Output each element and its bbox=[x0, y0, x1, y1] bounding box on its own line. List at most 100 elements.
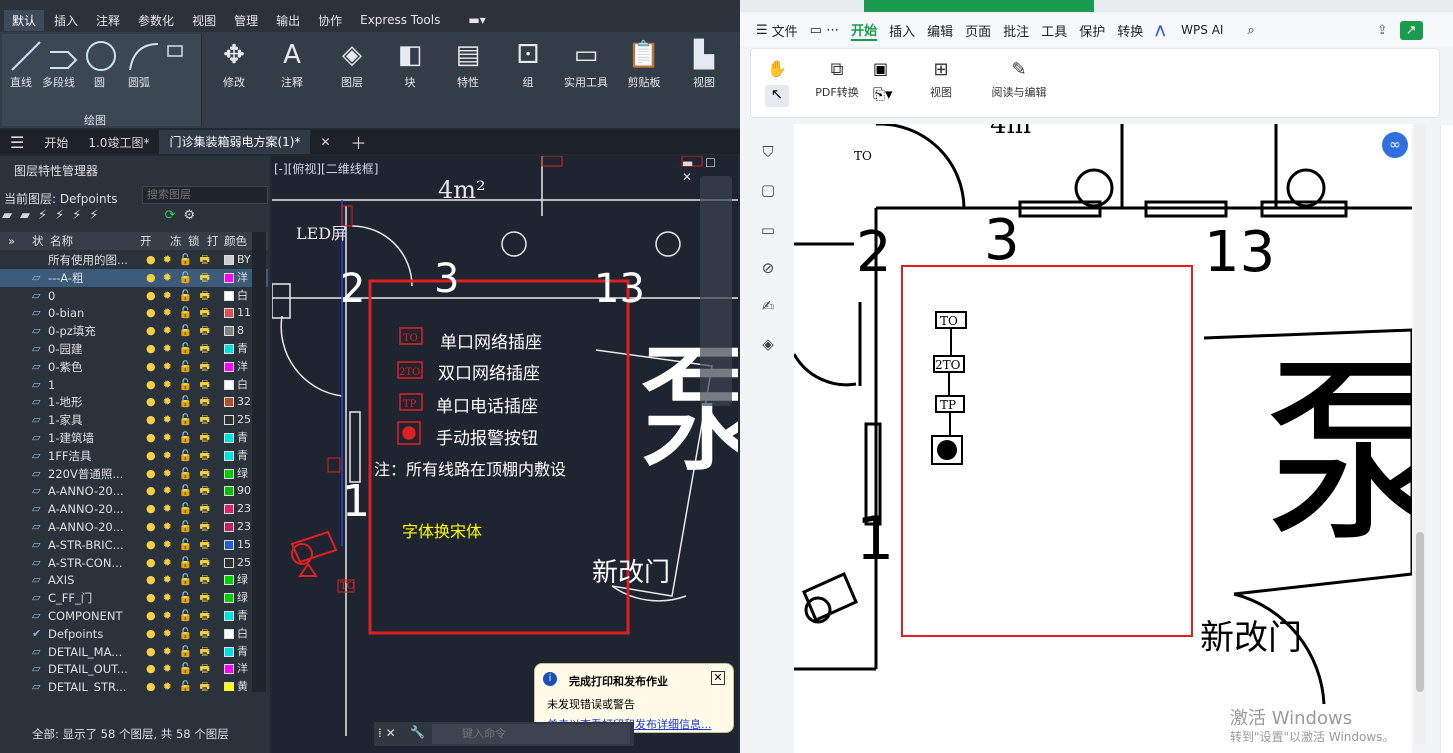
bookmark-icon[interactable]: ⛉ bbox=[758, 143, 778, 163]
menu-tools[interactable]: 工具 bbox=[1041, 21, 1067, 40]
layer-name[interactable]: 0-pz填充 bbox=[48, 322, 134, 340]
layer-state-icons[interactable]: ●✹🔓🖶 bbox=[146, 251, 217, 269]
layer-row[interactable]: ▱ 0-pz填充 ●✹🔓🖶 8 bbox=[0, 322, 268, 340]
layer-row[interactable]: ▱ C_FF_门 ●✹🔓🖶 绿 bbox=[0, 589, 268, 607]
draw-group-label[interactable]: 绘图 bbox=[84, 112, 106, 128]
layer-status-icon[interactable]: ▱ bbox=[32, 678, 40, 691]
header-freeze[interactable]: 冻 bbox=[170, 232, 182, 250]
layer-name[interactable]: A-STR-CON... bbox=[48, 554, 134, 572]
layer-status-icon[interactable]: ▱ bbox=[32, 643, 40, 661]
view-tool-button[interactable]: ⊞ 视图 bbox=[919, 59, 963, 100]
ribbon-options-icon[interactable]: ▬▾ bbox=[460, 11, 493, 29]
header-lock[interactable]: 锁 bbox=[188, 232, 200, 250]
layer-color-swatch[interactable] bbox=[224, 682, 234, 691]
layer-search-input[interactable] bbox=[142, 186, 268, 204]
menu-comment[interactable]: 批注 bbox=[1003, 21, 1029, 40]
layer-state-icons[interactable]: ●✹🔓🖶 bbox=[146, 447, 217, 465]
layer-name[interactable]: A-ANNO-20... bbox=[48, 500, 134, 518]
layer-row[interactable]: ▱ 0-园建 ●✹🔓🖶 青 bbox=[0, 340, 268, 358]
layer-color-swatch[interactable] bbox=[224, 308, 234, 319]
ribbon-tab-express[interactable]: Express Tools bbox=[352, 11, 448, 29]
header-name[interactable]: 名称 bbox=[50, 232, 73, 250]
doc-tab-start[interactable]: 开始 bbox=[34, 134, 78, 151]
layer-name[interactable]: 1FF洁具 bbox=[48, 447, 134, 465]
layer-state-icons[interactable]: ●✹🔓🖶 bbox=[146, 536, 217, 554]
layer-name[interactable]: 0-bian bbox=[48, 304, 134, 322]
layer-name[interactable]: A-ANNO-20... bbox=[48, 518, 134, 536]
layer-row[interactable]: ▱ 1 ●✹🔓🖶 白 bbox=[0, 376, 268, 394]
modify-button[interactable]: ✥ 修改 bbox=[209, 34, 259, 90]
ribbon-tab-manage[interactable]: 管理 bbox=[226, 10, 266, 31]
layer-row[interactable]: ▱ DETAIL_OUT... ●✹🔓🖶 洋 bbox=[0, 660, 268, 678]
layer-color-swatch[interactable] bbox=[224, 326, 234, 337]
select-tool-icon[interactable]: ↖ bbox=[765, 85, 789, 107]
close-tab-icon[interactable]: ✕ bbox=[310, 135, 340, 149]
layer-name[interactable]: DETAIL_MA... bbox=[48, 643, 134, 661]
group-button[interactable]: ⚀ 组 bbox=[503, 34, 553, 90]
properties-button[interactable]: ▤ 特性 bbox=[443, 34, 493, 90]
menu-start[interactable]: 开始 bbox=[851, 20, 878, 41]
menu-protect[interactable]: 保护 bbox=[1079, 21, 1105, 40]
layer-status-icon[interactable]: ▱ bbox=[32, 340, 40, 358]
header-on[interactable]: 开 bbox=[140, 232, 152, 250]
search-icon[interactable]: ⌕ bbox=[1247, 23, 1254, 38]
tool-line[interactable]: 直线 bbox=[10, 74, 32, 90]
layer-state-icons[interactable]: ●✹🔓🖶 bbox=[146, 358, 217, 376]
layer-status-icon[interactable]: ▱ bbox=[32, 269, 40, 287]
ribbon-tab-output[interactable]: 输出 bbox=[268, 10, 308, 31]
clipboard-button[interactable]: 📋 剪贴板 bbox=[619, 34, 669, 90]
layer-name[interactable]: A-ANNO-20... bbox=[48, 482, 134, 500]
layer-name[interactable]: 所有使用的图... bbox=[48, 251, 134, 269]
layer-row[interactable]: ▱ A-ANNO-20... ●✹🔓🖶 90 bbox=[0, 482, 268, 500]
menu-file[interactable]: 文件 bbox=[772, 21, 798, 40]
layer-row[interactable]: ▱ 1-地形 ●✹🔓🖶 32 bbox=[0, 393, 268, 411]
wps-ai-button[interactable]: ⋀ WPS AI bbox=[1155, 23, 1235, 37]
layer-row[interactable]: ▱ A-ANNO-20... ●✹🔓🖶 23 bbox=[0, 500, 268, 518]
menu-insert[interactable]: 插入 bbox=[889, 21, 915, 40]
layer-row[interactable]: ▱ 1-家具 ●✹🔓🖶 25 bbox=[0, 411, 268, 429]
layer-row[interactable]: ▱ ---A-粗 ●✹🔓🖶 洋 bbox=[0, 268, 268, 287]
command-input[interactable] bbox=[432, 724, 630, 744]
layer-color-swatch[interactable] bbox=[224, 397, 234, 408]
ribbon-tab-insert[interactable]: 插入 bbox=[46, 10, 86, 31]
layer-state-icons[interactable]: ●✹🔓🖶 bbox=[146, 518, 217, 536]
layer-name[interactable]: 0-园建 bbox=[48, 340, 134, 358]
layer-color-swatch[interactable] bbox=[224, 379, 234, 390]
copy-tool-icon[interactable]: ⎘▾ bbox=[873, 85, 893, 103]
layer-status-icon[interactable]: ▱ bbox=[32, 358, 40, 376]
hamburger-icon[interactable]: ☰ bbox=[756, 23, 768, 38]
layer-row[interactable]: ▱ 220V普通照... ●✹🔓🖶 绿 bbox=[0, 465, 268, 483]
layer-color-swatch[interactable] bbox=[224, 361, 234, 372]
layer-status-icon[interactable]: ▱ bbox=[32, 571, 40, 589]
layer-color-swatch[interactable] bbox=[224, 557, 234, 568]
layer-status-icon[interactable]: ▱ bbox=[32, 429, 40, 447]
layer-status-icon[interactable]: ✔ bbox=[32, 625, 41, 643]
layer-row[interactable]: ▱ 0 ●✹🔓🖶 白 bbox=[0, 287, 268, 305]
layer-state-icons[interactable]: ●✹🔓🖶 bbox=[146, 340, 217, 358]
new-tab-icon[interactable]: ＋ bbox=[341, 130, 377, 154]
layer-row[interactable]: ▱ 0-紫色 ●✹🔓🖶 洋 bbox=[0, 358, 268, 376]
layer-name[interactable]: DETAIL_OUT... bbox=[48, 660, 134, 678]
layer-color-swatch[interactable] bbox=[224, 664, 234, 675]
layer-state-icons[interactable]: ●✹🔓🖶 bbox=[146, 571, 217, 589]
refresh-icon[interactable]: ⟳ bbox=[165, 208, 184, 223]
layer-status-icon[interactable]: ▱ bbox=[32, 660, 40, 678]
thumbnail-icon[interactable]: ▢ bbox=[758, 181, 778, 201]
view-button[interactable]: ▙ 视图 bbox=[679, 34, 729, 90]
export-button[interactable]: ↗ bbox=[1399, 20, 1423, 40]
layer-color-swatch[interactable] bbox=[224, 628, 234, 639]
layer-color-swatch[interactable] bbox=[224, 522, 234, 532]
layer-name[interactable]: 220V普通照... bbox=[48, 465, 134, 483]
layer-name[interactable]: C_FF_门 bbox=[48, 589, 134, 607]
menu-icon[interactable]: ☰ bbox=[0, 133, 34, 152]
ribbon-tab-default[interactable]: 默认 bbox=[4, 9, 45, 31]
header-plot[interactable]: 打 bbox=[207, 232, 219, 250]
layer-color-swatch[interactable] bbox=[224, 344, 234, 354]
layer-status-icon[interactable]: ▱ bbox=[32, 376, 40, 394]
layer-status-icon[interactable]: ▱ bbox=[32, 500, 40, 518]
layer-state-icons[interactable]: ●✹🔓🖶 bbox=[146, 376, 217, 394]
layer-state-icons[interactable]: ●✹🔓🖶 bbox=[146, 269, 217, 287]
attachment-icon[interactable]: ⊘ bbox=[758, 259, 778, 279]
layer-state-icons[interactable]: ●✹🔓🖶 bbox=[146, 589, 217, 607]
block-button[interactable]: ◧ 块 bbox=[385, 34, 435, 90]
